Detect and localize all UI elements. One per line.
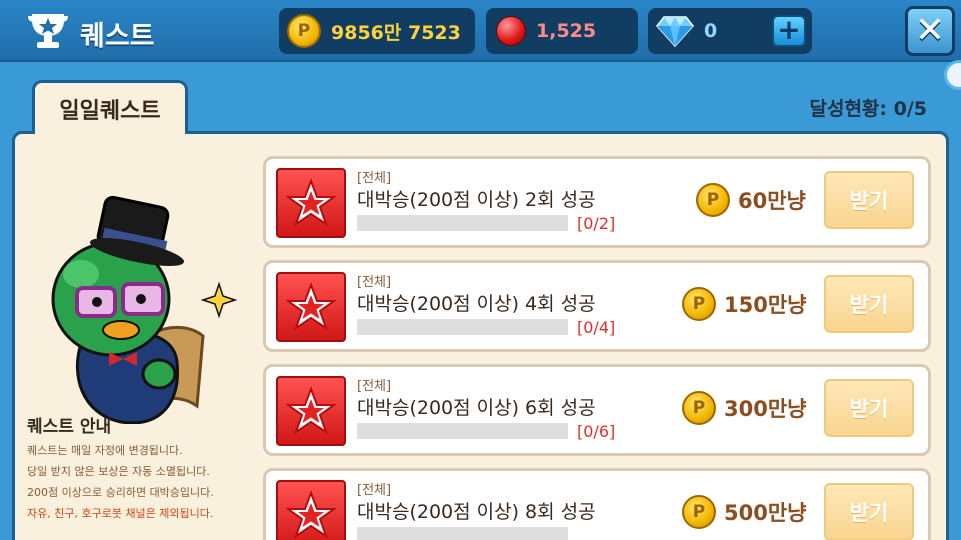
quest-progress-count: [0/6] bbox=[577, 422, 616, 441]
tab-label: 일일퀘스트 bbox=[59, 98, 161, 124]
quest-progress-bar bbox=[357, 319, 568, 335]
claim-button[interactable]: 받기 bbox=[824, 275, 914, 333]
claim-button[interactable]: 받기 bbox=[824, 171, 914, 229]
star-badge-icon bbox=[276, 168, 346, 238]
quest-title: 대박승(200점 이상) 4회 성공 bbox=[357, 293, 596, 315]
quest-info-line: 200점 이상으로 승리하면 대박승입니다. bbox=[27, 486, 214, 499]
quest-item: [전체] 대박승(200점 이상) 8회 성공 P 500만냥 받기 bbox=[263, 468, 931, 540]
claim-label: 받기 bbox=[849, 189, 889, 213]
close-icon: ✕ bbox=[914, 10, 946, 51]
quest-item: [전체] 대박승(200점 이상) 6회 성공 [0/6] P 300만냥 받기 bbox=[263, 364, 931, 456]
gold-balance: P 9856만 7523 bbox=[279, 8, 475, 54]
quest-progress-count: [0/4] bbox=[577, 318, 616, 337]
gem-balance: 0 + bbox=[648, 8, 812, 54]
ruby-balance: 1,525 bbox=[486, 8, 638, 54]
quest-panel: 퀘스트 안내 퀘스트는 매일 자정에 변경됩니다. 당일 받지 않은 보상은 자… bbox=[12, 131, 949, 540]
reward-amount: 300만냥 bbox=[724, 397, 807, 421]
quest-reward: P 60만냥 bbox=[696, 183, 806, 217]
quest-category: [전체] bbox=[357, 275, 392, 290]
claim-label: 받기 bbox=[849, 293, 889, 317]
claim-label: 받기 bbox=[849, 501, 889, 525]
quest-progress-bar bbox=[357, 215, 568, 231]
scroll-handle[interactable] bbox=[944, 60, 961, 90]
quest-progress-bar bbox=[357, 527, 568, 540]
gold-coin-icon: P bbox=[682, 287, 716, 321]
gold-coin-icon: P bbox=[287, 14, 321, 48]
quest-reward: P 500만냥 bbox=[682, 495, 806, 529]
quest-category: [전체] bbox=[357, 483, 392, 498]
gold-coin-icon: P bbox=[682, 495, 716, 529]
quest-title: 대박승(200점 이상) 2회 성공 bbox=[357, 189, 596, 211]
claim-button[interactable]: 받기 bbox=[824, 483, 914, 540]
trophy-icon bbox=[28, 14, 68, 48]
quest-info-title: 퀘스트 안내 bbox=[27, 417, 112, 437]
quest-info-line: 퀘스트는 매일 자정에 변경됩니다. bbox=[27, 444, 183, 457]
gold-coin-icon: P bbox=[682, 391, 716, 425]
gold-amount: 9856만 7523 bbox=[331, 21, 461, 44]
tab-daily-quest[interactable]: 일일퀘스트 bbox=[32, 80, 188, 134]
quest-title: 대박승(200점 이상) 6회 성공 bbox=[357, 397, 596, 419]
quest-reward: P 150만냥 bbox=[682, 287, 806, 321]
add-gem-button[interactable]: + bbox=[772, 15, 806, 47]
quest-title: 대박승(200점 이상) 8회 성공 bbox=[357, 501, 596, 523]
gem-amount: 0 bbox=[704, 20, 718, 42]
ruby-icon bbox=[496, 16, 526, 46]
quest-category: [전체] bbox=[357, 379, 392, 394]
quest-progress-bar bbox=[357, 423, 568, 439]
quest-category: [전체] bbox=[357, 171, 392, 186]
claim-label: 받기 bbox=[849, 397, 889, 421]
top-bar: 퀘스트 P 9856만 7523 1,525 0 + ✕ bbox=[0, 0, 961, 62]
page-title: 퀘스트 bbox=[80, 21, 155, 52]
quest-progress-count: [0/2] bbox=[577, 214, 616, 233]
quest-info-line: 당일 받지 않은 보상은 자동 소멸됩니다. bbox=[27, 465, 210, 478]
diamond-icon bbox=[656, 16, 694, 47]
reward-amount: 500만냥 bbox=[724, 501, 807, 525]
quest-item: [전체] 대박승(200점 이상) 4회 성공 [0/4] P 150만냥 받기 bbox=[263, 260, 931, 352]
star-badge-icon bbox=[276, 480, 346, 540]
star-badge-icon bbox=[276, 376, 346, 446]
claim-button[interactable]: 받기 bbox=[824, 379, 914, 437]
reward-amount: 60만냥 bbox=[738, 189, 806, 213]
quest-info-line: 자유, 친구, 호구로봇 채널은 제외됩니다. bbox=[27, 507, 214, 520]
quest-reward: P 300만냥 bbox=[682, 391, 806, 425]
close-button[interactable]: ✕ bbox=[905, 6, 955, 56]
ruby-amount: 1,525 bbox=[536, 20, 597, 42]
reward-amount: 150만냥 bbox=[724, 293, 807, 317]
star-badge-icon bbox=[276, 272, 346, 342]
gold-coin-icon: P bbox=[696, 183, 730, 217]
achievement-status: 달성현황: 0/5 bbox=[809, 98, 927, 120]
mascot-character-image bbox=[51, 195, 238, 424]
quest-item: [전체] 대박승(200점 이상) 2회 성공 [0/2] P 60만냥 받기 bbox=[263, 156, 931, 248]
